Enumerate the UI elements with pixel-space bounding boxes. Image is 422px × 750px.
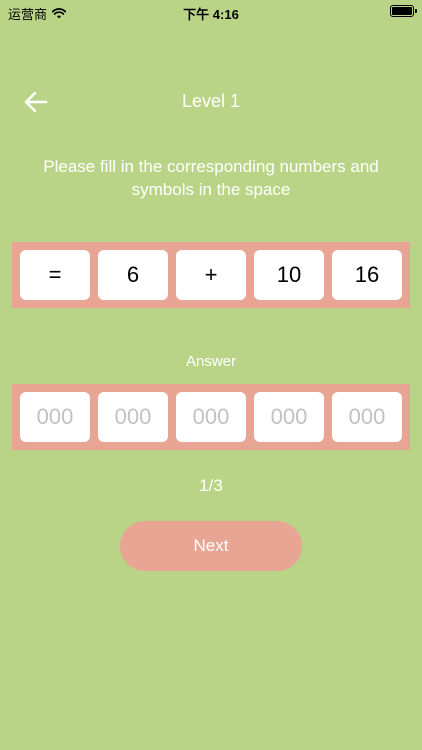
answer-input-4[interactable] — [254, 391, 324, 443]
answer-cell — [20, 391, 90, 443]
page-title: Level 1 — [181, 91, 241, 111]
next-button[interactable]: Next — [120, 521, 302, 571]
answer-cell — [254, 391, 324, 443]
answer-input-2[interactable] — [98, 391, 168, 443]
puzzle-cell: 10 — [254, 250, 324, 300]
puzzle-cell: = — [20, 250, 90, 300]
answer-strip — [12, 384, 410, 450]
answer-input-5[interactable] — [332, 391, 402, 443]
instruction-text: Please fill in the corresponding numbers… — [43, 157, 379, 199]
answer-label: Answer — [185, 353, 237, 370]
battery-icon — [390, 5, 417, 17]
status-bar: 运营商 下午 4:16 — [0, 0, 422, 22]
answer-input-1[interactable] — [20, 391, 90, 443]
next-button-label: Next — [193, 536, 229, 555]
puzzle-cell: + — [176, 250, 246, 300]
puzzle-cell: 16 — [332, 250, 402, 300]
answer-cell — [332, 391, 402, 443]
progress-indicator: 1/3 — [199, 476, 223, 495]
answer-cell — [176, 391, 246, 443]
clock: 下午 4:16 — [183, 7, 239, 22]
answer-cell — [98, 391, 168, 443]
puzzle-cell: 6 — [98, 250, 168, 300]
puzzle-strip: = 6 + 10 16 — [12, 242, 410, 308]
answer-input-3[interactable] — [176, 391, 246, 443]
